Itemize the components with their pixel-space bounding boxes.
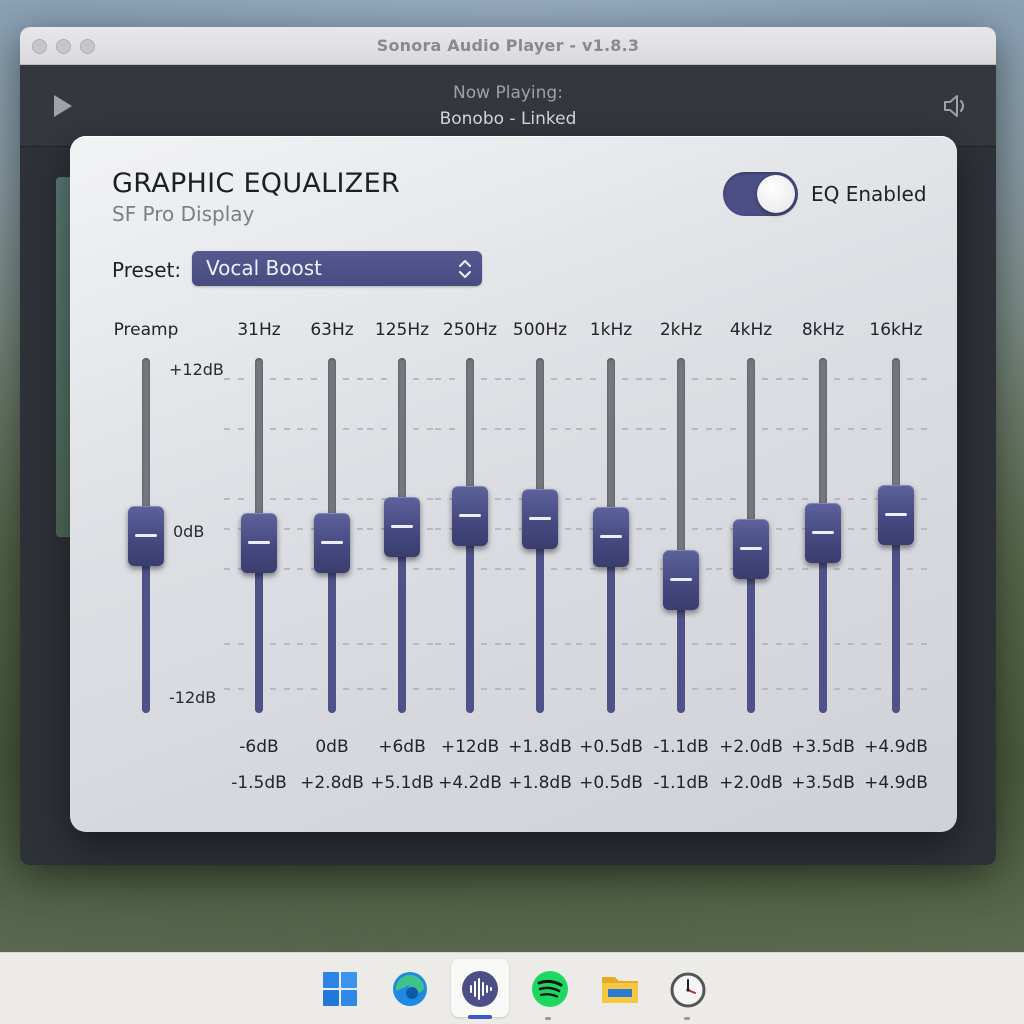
band-value-current: +4.9dB xyxy=(864,773,928,793)
band-value-current: +2.8dB xyxy=(300,773,364,793)
scale-max-label: +12dB xyxy=(169,360,224,379)
band-label: 2kHz xyxy=(659,320,703,340)
preamp-slider-thumb[interactable] xyxy=(128,505,164,566)
eq-title: GRAPHIC EQUALIZER xyxy=(112,168,401,199)
now-playing: Now Playing: Bonobo - Linked xyxy=(20,83,996,129)
scale-min-label: -12dB xyxy=(169,688,217,707)
band-slider-thumb[interactable] xyxy=(314,512,350,573)
band-value-target: +12dB xyxy=(440,737,500,757)
band-slider-thumb[interactable] xyxy=(663,549,699,610)
band-slider-thumb[interactable] xyxy=(241,512,277,573)
eq-subtitle: SF Pro Display xyxy=(112,202,255,226)
band-label: 16kHz xyxy=(869,320,923,340)
window-controls xyxy=(32,39,95,54)
band-label: 31Hz xyxy=(237,320,281,340)
preset-value: Vocal Boost xyxy=(206,256,322,280)
band-value-target: +1.8dB xyxy=(508,737,572,757)
spotify-icon[interactable] xyxy=(528,967,572,1011)
band-value-current: -1.1dB xyxy=(653,773,709,793)
band-label: 4kHz xyxy=(729,320,773,340)
band-slider-thumb[interactable] xyxy=(733,518,769,579)
equalizer-panel: GRAPHIC EQUALIZER SF Pro Display EQ Enab… xyxy=(70,136,957,832)
band-label: 250Hz xyxy=(442,320,498,340)
maximize-button[interactable] xyxy=(80,39,95,54)
running-indicator-clock xyxy=(684,1017,690,1020)
window-title: Sonora Audio Player - v1.8.3 xyxy=(376,36,640,55)
band-value-current: +3.5dB xyxy=(791,773,855,793)
band-value-current: -1.5dB xyxy=(231,773,287,793)
band-label: 8kHz xyxy=(801,320,845,340)
band-value-target: -6dB xyxy=(239,737,279,757)
eq-enable-label: EQ Enabled xyxy=(811,182,927,206)
active-app-indicator xyxy=(468,1015,492,1019)
windows-start-icon[interactable] xyxy=(318,967,362,1011)
speaker-icon[interactable] xyxy=(940,91,970,121)
band-slider-thumb[interactable] xyxy=(452,486,488,547)
eq-enable-toggle[interactable] xyxy=(723,172,798,216)
band-label: 500Hz xyxy=(512,320,568,340)
band-label: 63Hz xyxy=(310,320,354,340)
title-bar[interactable]: Sonora Audio Player - v1.8.3 xyxy=(20,27,996,65)
taskbar xyxy=(0,952,1024,1024)
band-value-target: +4.9dB xyxy=(864,737,928,757)
band-value-current: +1.8dB xyxy=(508,773,572,793)
band-slider-thumb[interactable] xyxy=(522,489,558,550)
running-indicator-spotify xyxy=(545,1017,551,1020)
file-explorer-icon[interactable] xyxy=(598,967,642,1011)
now-playing-label: Now Playing: xyxy=(453,83,563,103)
band-value-target: +0.5dB xyxy=(579,737,643,757)
band-value-target: +3.5dB xyxy=(791,737,855,757)
band-slider-thumb[interactable] xyxy=(384,496,420,557)
band-label: 1kHz xyxy=(589,320,633,340)
band-slider-thumb[interactable] xyxy=(805,502,841,563)
player-bar: Now Playing: Bonobo - Linked xyxy=(20,65,996,147)
chevron-updown-icon xyxy=(459,260,471,278)
audio-player-icon[interactable] xyxy=(458,967,502,1011)
band-value-current: +0.5dB xyxy=(579,773,643,793)
close-button[interactable] xyxy=(32,39,47,54)
band-slider-thumb[interactable] xyxy=(593,506,629,567)
band-track xyxy=(677,358,685,713)
band-value-target: 0dB xyxy=(315,737,349,757)
preset-label: Preset: xyxy=(112,258,182,282)
preamp-label: Preamp xyxy=(113,320,179,340)
band-value-target: -1.1dB xyxy=(653,737,709,757)
band-value-target: +2.0dB xyxy=(719,737,783,757)
band-value-current: +2.0dB xyxy=(719,773,783,793)
preset-dropdown[interactable]: Vocal Boost xyxy=(192,251,482,286)
edge-browser-icon[interactable] xyxy=(388,967,432,1011)
toggle-knob xyxy=(757,175,795,213)
track-title: Bonobo - Linked xyxy=(439,109,577,129)
band-slider-thumb[interactable] xyxy=(878,484,914,545)
band-value-current: +4.2dB xyxy=(438,773,502,793)
scale-mid-label: 0dB xyxy=(173,522,205,541)
clock-icon[interactable] xyxy=(666,967,710,1011)
minimize-button[interactable] xyxy=(56,39,71,54)
